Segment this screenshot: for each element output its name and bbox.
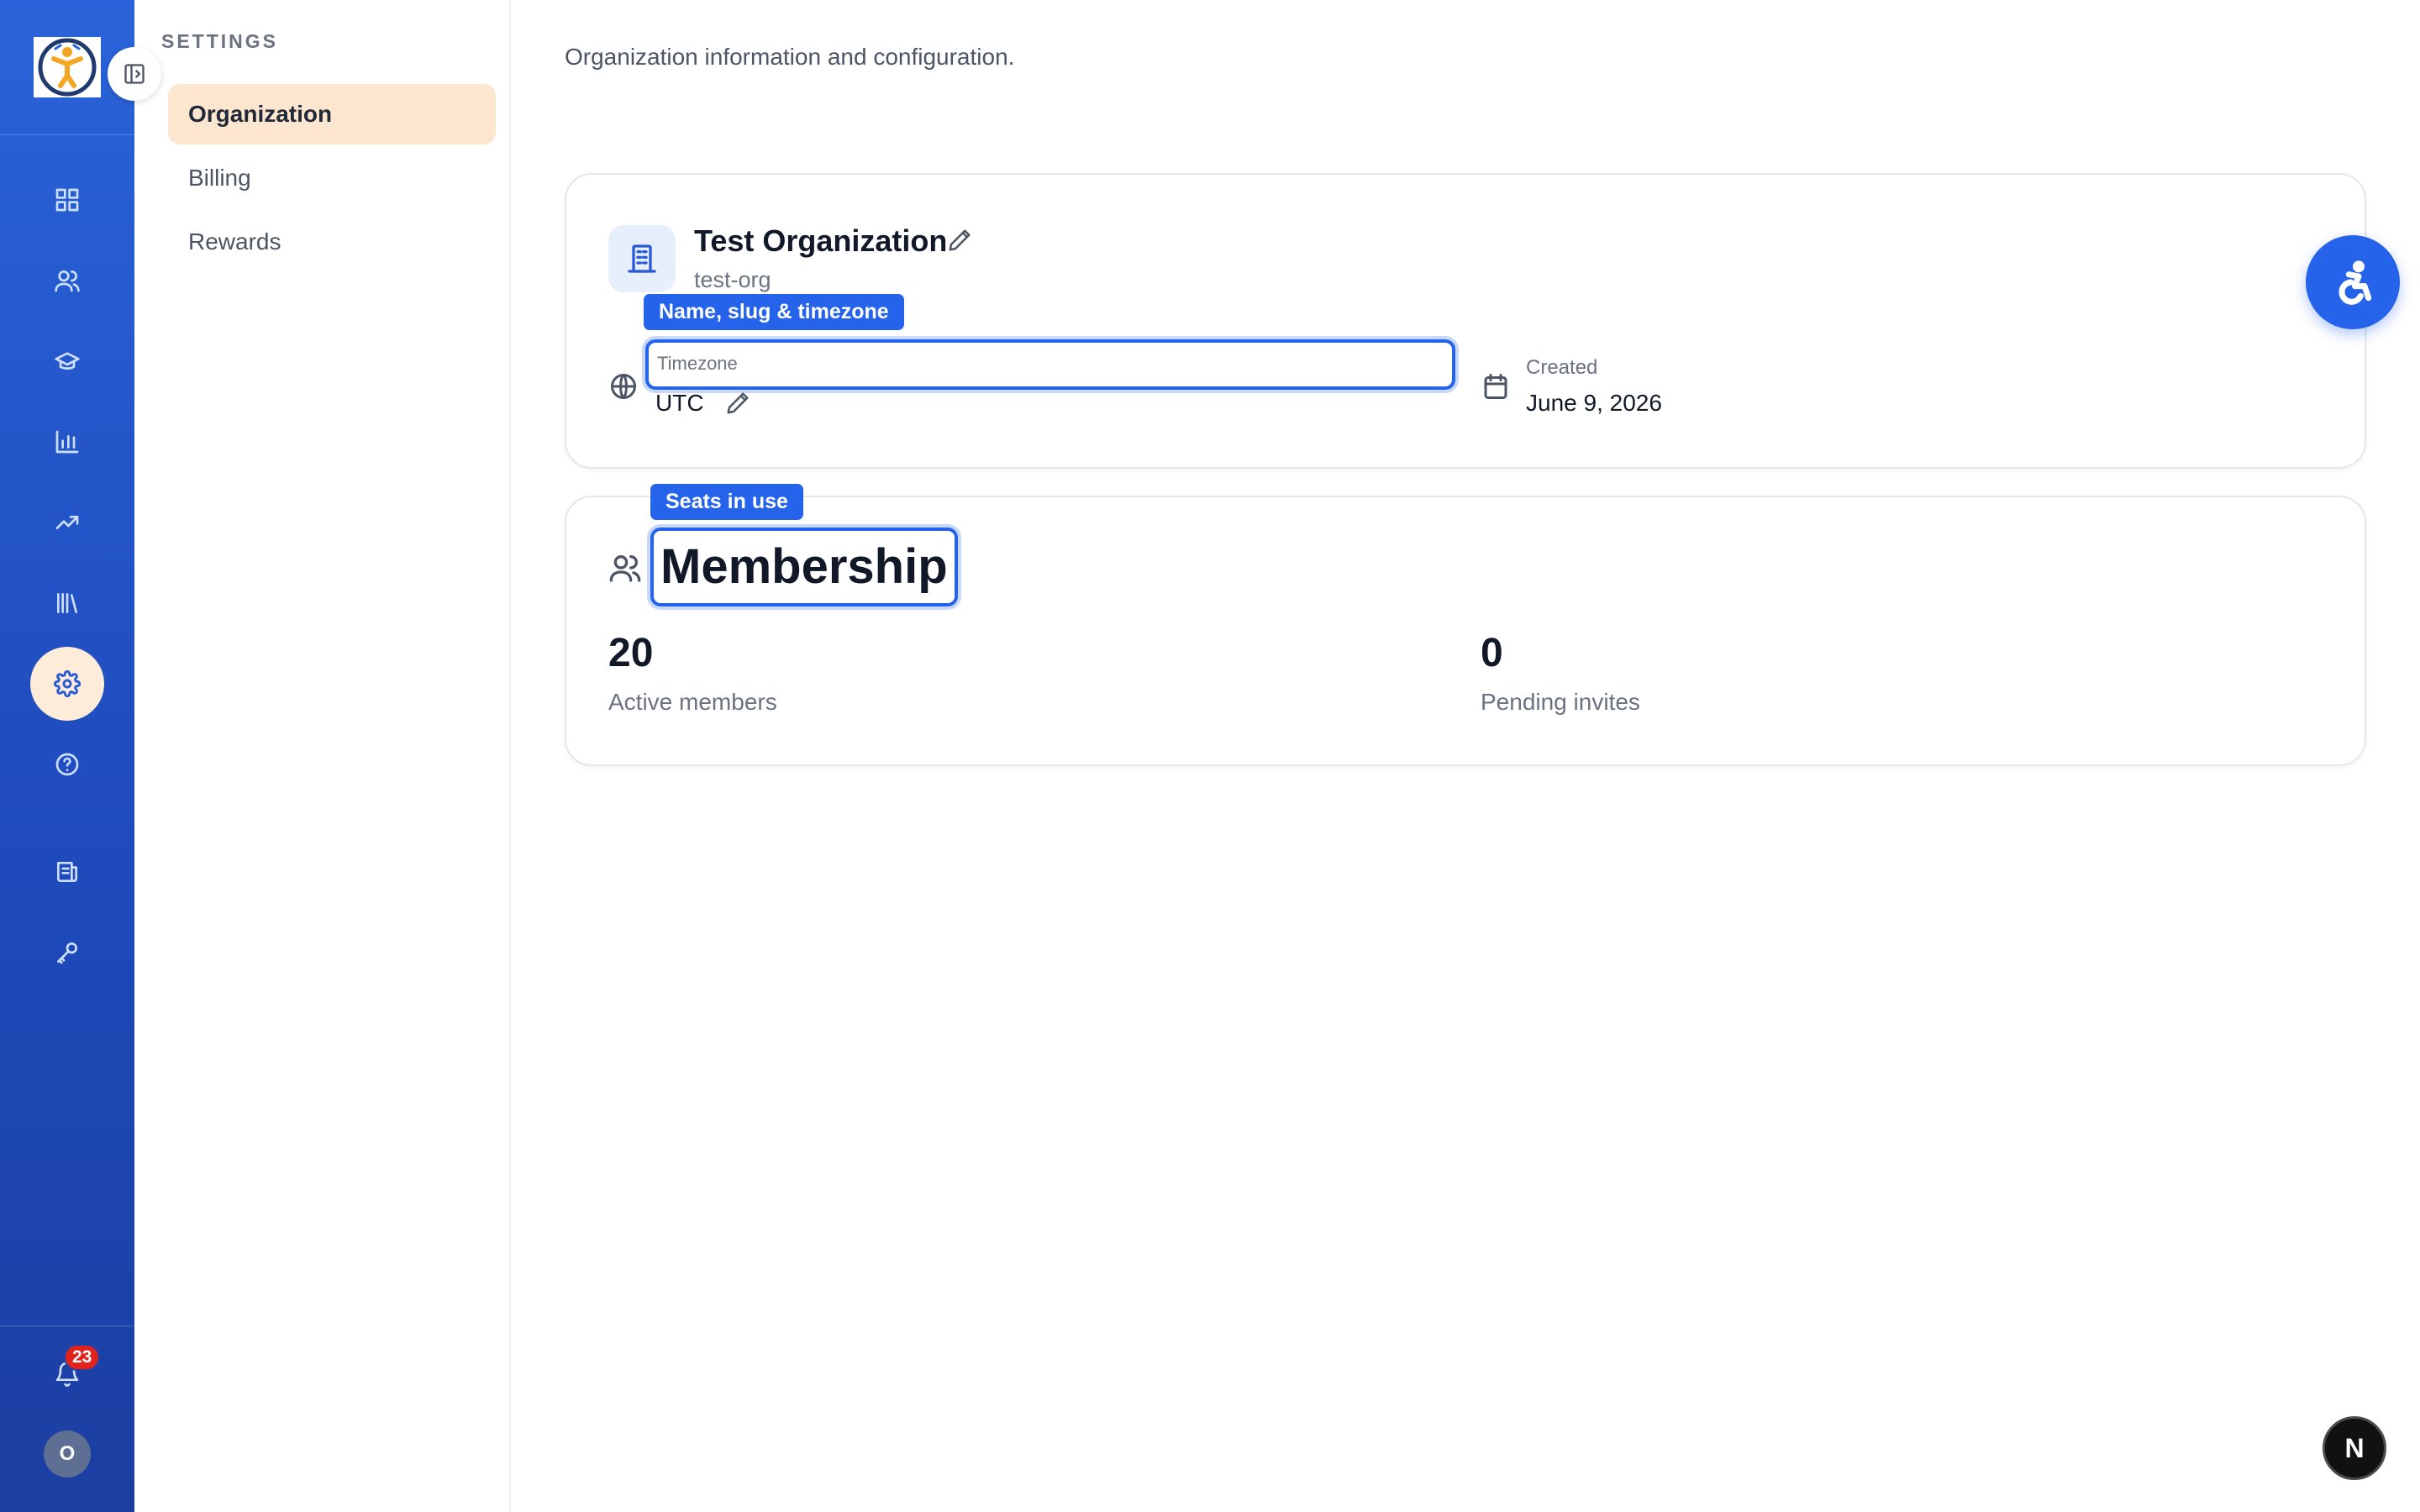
organization-slug: test-org <box>694 267 771 292</box>
pending-invites-count: 0 <box>1481 631 1503 675</box>
membership-title: Membership <box>650 528 958 606</box>
edit-name-button[interactable] <box>943 223 976 257</box>
active-members-count: 20 <box>608 631 654 675</box>
pencil-icon <box>949 229 971 251</box>
scroll-icon[interactable] <box>47 852 87 892</box>
accessibility-icon <box>2338 260 2372 305</box>
help-icon[interactable] <box>47 744 87 785</box>
notification-count-badge: 23 <box>64 1344 101 1371</box>
graduation-cap-icon[interactable] <box>47 341 87 381</box>
panel-toggle-icon <box>124 64 145 84</box>
created-label: Created <box>1526 356 1598 379</box>
organization-name: Test Organization <box>694 223 948 258</box>
created-date: June 9, 2026 <box>1526 390 1662 416</box>
active-members-label: Active members <box>608 689 777 715</box>
edit-timezone-button[interactable] <box>721 386 755 420</box>
pending-invites-label: Pending invites <box>1481 689 1640 715</box>
page-subtitle: Organization information and configurati… <box>565 44 1015 70</box>
settings-heading: SETTINGS <box>161 30 279 52</box>
settings-sidebar: SETTINGS Organization Billing Rewards <box>134 0 511 1512</box>
sidebar-item-rewards[interactable]: Rewards <box>168 212 496 272</box>
timezone-label: Timezone <box>657 353 738 374</box>
highlight-label-seats: Seats in use <box>650 484 803 520</box>
logo-icon <box>38 38 97 97</box>
rail-divider <box>0 134 134 135</box>
sidebar-item-organization[interactable]: Organization <box>168 84 496 144</box>
library-icon[interactable] <box>47 583 87 623</box>
membership-card: Membership 20 Active members 0 Pending i… <box>565 496 2366 766</box>
dashboard-icon[interactable] <box>47 180 87 220</box>
globe-icon <box>608 371 639 402</box>
members-icon <box>608 551 642 585</box>
bar-chart-icon[interactable] <box>47 422 87 462</box>
building-icon <box>608 225 676 292</box>
sidebar-collapse-button[interactable] <box>108 47 161 101</box>
app-logo[interactable] <box>34 37 101 97</box>
user-avatar[interactable]: O <box>44 1431 91 1478</box>
key-icon[interactable] <box>47 932 87 973</box>
accessibility-button[interactable] <box>2306 235 2400 329</box>
timezone-value: UTC <box>655 390 704 416</box>
icon-rail: 23 O <box>0 0 134 1512</box>
trending-up-icon[interactable] <box>47 502 87 543</box>
pencil-icon <box>727 392 749 414</box>
users-icon[interactable] <box>47 260 87 301</box>
highlight-label-name-slug-timezone: Name, slug & timezone <box>644 294 904 330</box>
calendar-icon <box>1481 371 1511 402</box>
settings-icon[interactable] <box>30 647 104 721</box>
sidebar-item-billing[interactable]: Billing <box>168 148 496 208</box>
nextjs-dev-badge[interactable]: N <box>2323 1416 2386 1480</box>
timezone-field[interactable]: Timezone <box>645 339 1455 390</box>
